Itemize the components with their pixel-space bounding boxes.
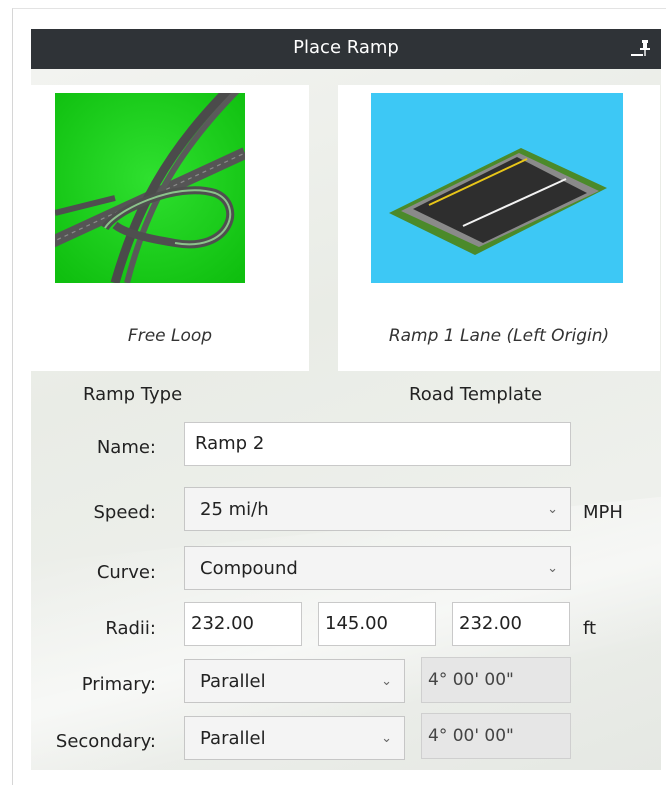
ramp-type-label: Ramp Type	[83, 384, 183, 405]
primary-value: Parallel	[200, 671, 266, 692]
secondary-dropdown[interactable]: Parallel ⌄	[184, 716, 405, 760]
speed-value: 25 mi/h	[200, 499, 269, 520]
ramp-type-card[interactable]: Free Loop	[31, 85, 309, 371]
radius-2-input[interactable]: 145.00	[318, 602, 436, 646]
secondary-label: Secondary:	[55, 731, 156, 752]
name-input[interactable]: Ramp 2	[184, 422, 571, 466]
free-loop-thumbnail	[55, 93, 245, 283]
curve-value: Compound	[200, 558, 298, 579]
speed-dropdown[interactable]: 25 mi/h ⌄	[184, 487, 571, 531]
curve-label: Curve:	[96, 562, 156, 583]
radii-label: Radii:	[105, 618, 156, 639]
secondary-value: Parallel	[200, 728, 266, 749]
road-template-card[interactable]: Ramp 1 Lane (Left Origin)	[338, 85, 660, 371]
road-template-label: Road Template	[409, 384, 543, 405]
speed-unit: MPH	[583, 502, 623, 523]
radius-3-input[interactable]: 232.00	[452, 602, 570, 646]
primary-angle-field: 4° 00' 00"	[421, 657, 571, 703]
place-ramp-panel: Place Ramp Free Loop Ramp 1 Lane (Left O…	[31, 29, 661, 770]
window-title: Place Ramp	[293, 37, 399, 58]
primary-dropdown[interactable]: Parallel ⌄	[184, 659, 405, 703]
secondary-angle-field: 4° 00' 00"	[421, 713, 571, 759]
speed-label: Speed:	[93, 502, 157, 523]
chevron-down-icon: ⌄	[547, 502, 558, 517]
titlebar[interactable]: Place Ramp	[31, 29, 661, 69]
road-template-caption: Ramp 1 Lane (Left Origin)	[388, 326, 610, 346]
pin-icon[interactable]	[639, 29, 651, 69]
chevron-down-icon: ⌄	[381, 674, 392, 689]
radius-1-input[interactable]: 232.00	[184, 602, 302, 646]
chevron-down-icon: ⌄	[547, 561, 558, 576]
chevron-down-icon: ⌄	[381, 731, 392, 746]
curve-dropdown[interactable]: Compound ⌄	[184, 546, 571, 590]
ramp-type-caption: Free Loop	[127, 326, 213, 346]
primary-label: Primary:	[81, 674, 156, 695]
road-template-thumbnail	[371, 93, 623, 283]
name-label: Name:	[96, 437, 156, 458]
radii-unit: ft	[583, 618, 597, 639]
